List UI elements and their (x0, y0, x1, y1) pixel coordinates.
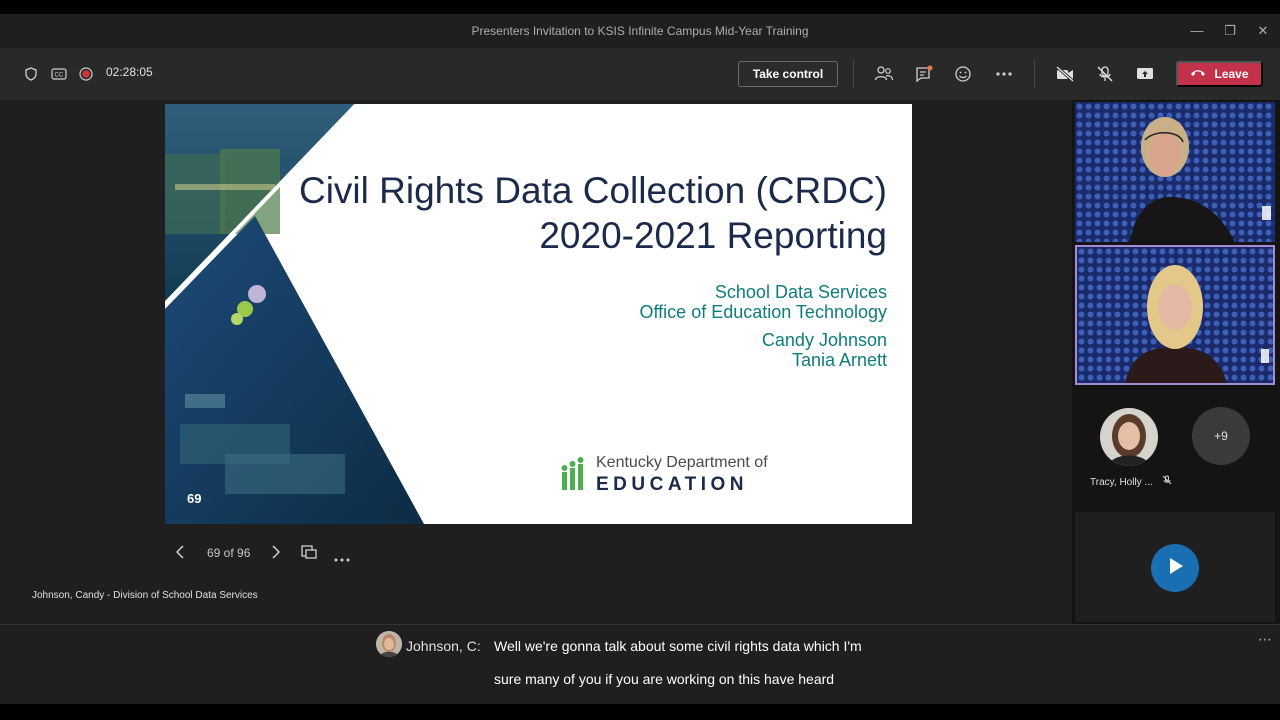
caption-line-1: Well we're gonna talk about some civil r… (494, 638, 862, 654)
shared-slide: Civil Rights Data Collection (CRDC) 2020… (165, 104, 912, 524)
captions-more-icon[interactable]: ⋯ (1258, 631, 1272, 648)
participant-video-feed (1075, 102, 1275, 242)
media-panel (1075, 512, 1275, 622)
leave-button[interactable]: Leave (1176, 61, 1263, 87)
participant-muted-icon (1162, 475, 1172, 488)
participant-video-tile[interactable] (1075, 102, 1275, 242)
caption-speaker-avatar (376, 631, 402, 657)
restore-icon[interactable]: ❐ (1213, 14, 1247, 48)
slide-org-line1: School Data Services (714, 282, 887, 302)
mic-off-icon[interactable] (1091, 60, 1119, 88)
window-titlebar: Presenters Invitation to KSIS Infinite C… (0, 14, 1280, 48)
caption-speaker-name: Johnson, C: (406, 638, 481, 654)
kde-logo-figures-icon (561, 457, 584, 490)
toolbar-divider (1034, 60, 1035, 88)
slide-presenter1: Candy Johnson (761, 330, 887, 350)
next-slide-icon[interactable] (268, 544, 282, 565)
meeting-toolbar: CC 02:28:05 Take control Leave (0, 48, 1280, 100)
caption-line-2: sure many of you if you are working on t… (494, 671, 835, 687)
window-title: Presenters Invitation to KSIS Infinite C… (471, 24, 809, 38)
slide-title-line2: 2020-2021 Reporting (539, 215, 887, 256)
previous-slide-icon[interactable] (174, 544, 188, 565)
slide-org-line2: Office of Education Technology (639, 302, 888, 322)
presenter-name: Johnson, Candy - Division of School Data… (32, 590, 258, 601)
leave-label: Leave (1214, 67, 1249, 81)
reactions-icon[interactable] (950, 60, 978, 88)
kde-logo-line1: Kentucky Department of (596, 454, 768, 471)
slide-counter: 69 of 96 (207, 546, 251, 560)
more-options-icon[interactable] (990, 60, 1018, 88)
shield-icon[interactable] (17, 60, 45, 88)
captions-icon[interactable]: CC (45, 60, 73, 88)
participant-video-feed (1077, 247, 1273, 383)
phone-hangup-icon (1190, 67, 1206, 81)
slide-grid-icon[interactable] (300, 544, 318, 565)
slide-more-options-icon[interactable] (333, 550, 351, 568)
participants-icon[interactable] (870, 60, 898, 88)
minimize-icon[interactable]: — (1180, 14, 1214, 48)
participant-name: Tracy, Holly ... (1090, 475, 1172, 488)
recording-icon (72, 60, 100, 88)
slide-number: 69 (187, 491, 202, 506)
live-captions-panel: Johnson, C: Well we're gonna talk about … (0, 624, 1280, 704)
participant-video-tile-active[interactable] (1075, 245, 1275, 385)
avatar[interactable] (1100, 408, 1158, 466)
slide-title-line1: Civil Rights Data Collection (CRDC) (298, 170, 887, 211)
svg-text:CC: CC (55, 73, 64, 79)
meeting-timer: 02:28:05 (106, 65, 153, 79)
presentation-stage: Civil Rights Data Collection (CRDC) 2020… (0, 100, 1072, 624)
toolbar-divider (853, 60, 854, 88)
take-control-button[interactable]: Take control (738, 61, 838, 87)
share-screen-icon[interactable] (1131, 60, 1159, 88)
kde-logo: Kentucky Department of EDUCATION (560, 454, 780, 495)
chat-icon[interactable] (910, 60, 938, 88)
play-button[interactable] (1151, 544, 1199, 592)
participants-panel: Tracy, Holly ... +9 (1072, 100, 1280, 624)
kde-logo-line2: EDUCATION (596, 474, 749, 495)
slide-title: Civil Rights Data Collection (CRDC) 2020… (299, 168, 887, 258)
slide-presenter2: Tania Arnett (791, 350, 887, 370)
play-icon (1164, 555, 1186, 582)
close-icon[interactable]: ✕ (1246, 14, 1280, 48)
camera-off-icon[interactable] (1051, 60, 1079, 88)
more-participants-button[interactable]: +9 (1192, 407, 1250, 465)
